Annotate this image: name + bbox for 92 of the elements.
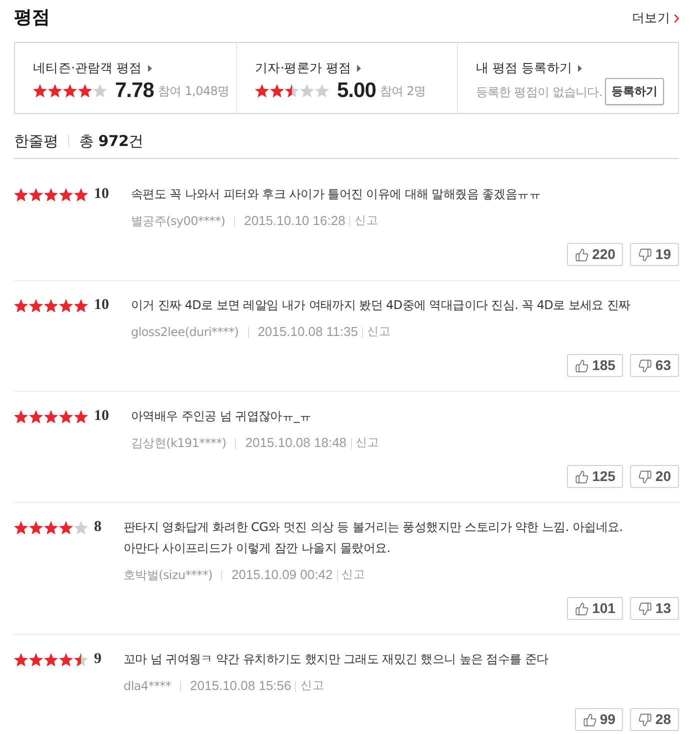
chevron-right-icon (674, 14, 679, 22)
author-name: dla4**** (124, 678, 172, 695)
star-icon (93, 84, 107, 98)
section-title: 평점 (14, 6, 50, 30)
star-icon (44, 410, 58, 424)
author-name: 별공주(sy00****) (131, 213, 226, 230)
star-icon (14, 652, 28, 666)
review-date: 2015.10.08 15:56 (190, 677, 292, 696)
star-icon (74, 298, 88, 312)
star-icon (29, 298, 43, 312)
triangle-icon (148, 64, 152, 72)
star-icon (63, 84, 77, 98)
star-icon (14, 298, 28, 312)
star-icon (255, 84, 269, 98)
rating-category-link[interactable]: 네티즌·관람객 평점 (33, 59, 152, 77)
thumbs-down-icon (638, 602, 652, 616)
star-icon (270, 84, 284, 98)
rating-category-link[interactable]: 내 평점 등록하기 (476, 59, 582, 77)
comments-title: 한줄평 (14, 130, 58, 152)
thumbs-up-icon (575, 248, 590, 262)
comment-total: 총 972건 (79, 130, 144, 152)
rating-score: 10 (94, 407, 109, 426)
more-link[interactable]: 더보기 (632, 8, 679, 28)
star-icon (44, 188, 58, 202)
review-text: 아역배우 주인공 넘 귀엽잖아ㅠ_ㅠ (131, 408, 312, 425)
like-button[interactable]: 101 (567, 597, 624, 620)
star-icon (74, 188, 88, 202)
star-icon (59, 298, 73, 312)
author-name: 김상현(k191****) (131, 435, 226, 452)
no-rating-message: 등록한 평점이 없습니다. (476, 84, 602, 100)
review-text: 판타지 영화답게 화려한 CG와 멋진 의상 등 볼거리는 풍성했지만 스토리가 약한 느낌. 아쉽네요. 아만다 사이프리드가 이렇게 잠깐 나올지 몰랐어요. (124, 519, 624, 557)
star-icon (59, 410, 73, 424)
rating-score: 10 (94, 185, 109, 204)
review-date: 2015.10.08 18:48 (245, 434, 347, 452)
star-icon (44, 652, 58, 666)
like-button[interactable]: 125 (567, 465, 624, 488)
star-icon (29, 520, 43, 534)
star-icon (44, 298, 58, 312)
star-icon (44, 520, 58, 534)
star-icon (29, 652, 43, 666)
thumbs-up-icon (575, 470, 590, 484)
rating-category-link[interactable]: 기자·평론가 평점 (255, 59, 362, 77)
average-score: 5.00 (337, 79, 376, 103)
review-text: 이거 진짜 4D로 보면 레알임 내가 여태까지 봤던 4D중에 역대급이다 진심. 꼭 4D로 보세요 진짜 (131, 297, 632, 314)
register-button[interactable]: 등록하기 (605, 78, 664, 105)
participant-count: 참여 1,048명 (158, 83, 230, 100)
average-score: 7.78 (115, 79, 154, 103)
triangle-icon (578, 64, 582, 72)
star-icon (285, 84, 299, 98)
review-date: 2015.10.08 11:35 (258, 323, 358, 342)
star-icon (48, 84, 62, 98)
star-icon (74, 652, 88, 666)
star-icon (14, 188, 28, 202)
star-icon (29, 188, 43, 202)
star-icon (300, 84, 314, 98)
rating-score: 8 (94, 518, 102, 537)
star-icon (59, 652, 73, 666)
star-icon (315, 84, 329, 98)
like-button[interactable]: 185 (567, 354, 624, 377)
review-text: 꼬마 넘 귀여웡ㅋ 약간 유치하기도 했지만 그래도 재밌긴 했으니 높은 점수를 준다 (124, 651, 550, 668)
thumbs-up-icon (575, 358, 590, 372)
thumbs-down-icon (638, 358, 652, 372)
star-icon (14, 410, 28, 424)
like-button[interactable]: 220 (567, 243, 624, 266)
star-icon (74, 410, 88, 424)
review-date: 2015.10.09 00:42 (231, 566, 333, 584)
thumbs-up-icon (582, 712, 597, 726)
star-icon (74, 520, 88, 534)
participant-count: 참여 2명 (380, 83, 426, 100)
thumbs-up-icon (575, 602, 590, 616)
dislike-button[interactable]: 19 (630, 243, 679, 266)
star-icon (78, 84, 92, 98)
star-icon (33, 84, 47, 98)
star-icon (59, 188, 73, 202)
triangle-icon (357, 64, 362, 72)
star-icon (14, 520, 28, 534)
dislike-button[interactable]: 20 (630, 465, 679, 488)
rating-score: 10 (94, 296, 109, 315)
thumbs-down-icon (638, 470, 652, 484)
thumbs-down-icon (638, 712, 652, 726)
dislike-button[interactable]: 28 (630, 708, 679, 731)
author-name: gloss2lee(duri****) (131, 324, 239, 341)
dislike-button[interactable]: 63 (630, 354, 679, 377)
dislike-button[interactable]: 13 (630, 597, 679, 620)
review-date: 2015.10.10 16:28 (244, 212, 346, 230)
author-name: 호박벌(sizu****) (124, 567, 212, 584)
review-text: 속편도 꼭 나와서 피터와 후크 사이가 틀어진 이유에 대해 말해줬음 좋겠음ㅠㅠ (131, 186, 542, 203)
star-icon (59, 520, 73, 534)
like-button[interactable]: 99 (574, 708, 624, 731)
thumbs-down-icon (638, 248, 652, 262)
star-icon (29, 410, 43, 424)
rating-score: 9 (94, 650, 102, 669)
